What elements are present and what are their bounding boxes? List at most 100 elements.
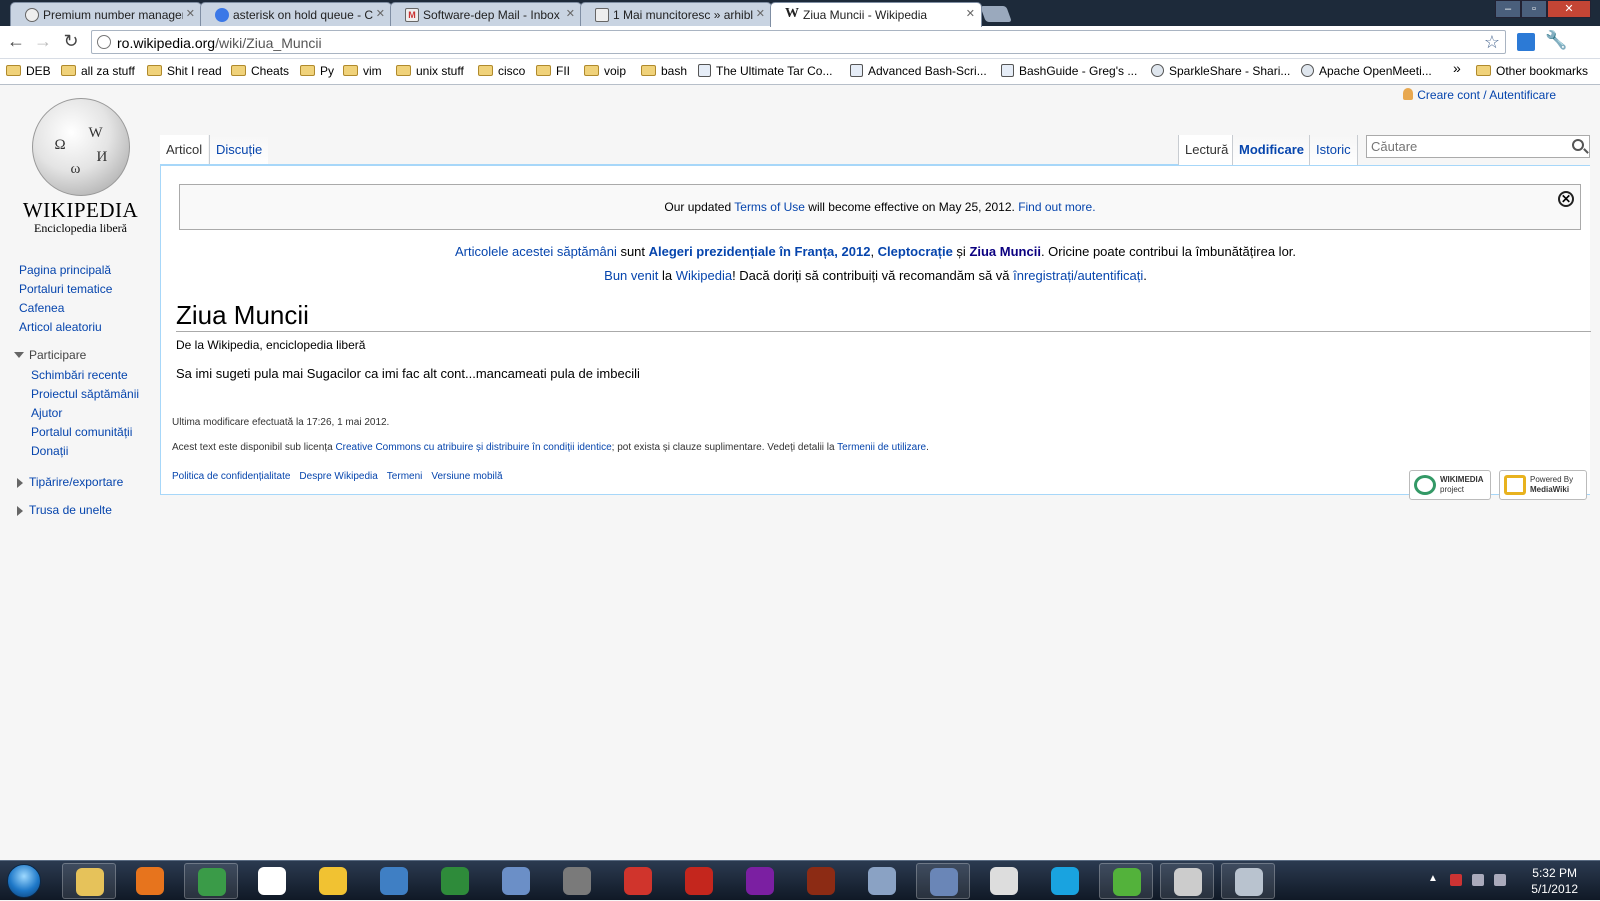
taskbar-network-app[interactable] bbox=[1160, 863, 1214, 899]
participare-item-1[interactable]: Schimbări recente bbox=[10, 368, 155, 387]
reload-button[interactable]: ↻ bbox=[61, 32, 81, 52]
register-link[interactable]: înregistrați/autentificați bbox=[1013, 268, 1143, 283]
action-center-icon[interactable] bbox=[1450, 874, 1462, 886]
wikipedia-link[interactable]: Wikipedia bbox=[676, 268, 732, 283]
bookmark-sparkleshare-shari[interactable]: SparkleShare - Shari... bbox=[1151, 64, 1290, 78]
portlet-trusa-heading[interactable]: Trusa de unelte bbox=[10, 503, 155, 523]
restore-button[interactable]: ▫ bbox=[1521, 0, 1547, 18]
taskbar-explorer[interactable] bbox=[62, 863, 116, 899]
footer-link-3[interactable]: Termeni bbox=[387, 471, 423, 482]
participare-item-2[interactable]: Proiectul săptămânii bbox=[10, 387, 155, 406]
tab-istoric[interactable]: Istoric bbox=[1309, 135, 1358, 165]
taskbar-color-app[interactable] bbox=[611, 863, 665, 899]
close-window-button[interactable]: ✕ bbox=[1547, 0, 1591, 18]
terms-of-use-link[interactable]: Terms of Use bbox=[734, 200, 805, 214]
volume-icon[interactable] bbox=[1494, 874, 1506, 886]
wikimedia-badge[interactable]: WIKIMEDIA project bbox=[1409, 470, 1491, 500]
sidebar-item-1[interactable]: Pagina principală bbox=[10, 263, 155, 282]
close-icon[interactable]: ✕ bbox=[1558, 191, 1574, 207]
featured-article-link[interactable]: Alegeri prezidențiale în Franța, 2012 bbox=[649, 244, 871, 259]
bookmark-bashguide-greg-s[interactable]: BashGuide - Greg's ... bbox=[1001, 64, 1137, 78]
taskbar-filezilla[interactable] bbox=[672, 863, 726, 899]
taskbar-firefox[interactable] bbox=[123, 863, 177, 899]
bookmark-deb[interactable]: DEB bbox=[6, 64, 51, 78]
star-icon[interactable]: ☆ bbox=[1484, 32, 1500, 53]
wikipedia-logo[interactable]: Ω W И ω WIKIPEDIA Enciclopedia liberă bbox=[18, 98, 143, 236]
create-account-link[interactable]: Creare cont / Autentificare bbox=[1417, 88, 1556, 102]
taskbar-skype[interactable] bbox=[1038, 863, 1092, 899]
tab-lectura[interactable]: Lectură bbox=[1178, 135, 1235, 165]
search-input[interactable] bbox=[1367, 136, 1557, 157]
sidebar-item-4[interactable]: Articol aleatoriu bbox=[10, 320, 155, 339]
bookmarks-overflow-button[interactable]: » bbox=[1453, 60, 1461, 76]
minimize-button[interactable]: – bbox=[1495, 0, 1521, 18]
find-out-more-link[interactable]: Find out more. bbox=[1018, 200, 1095, 214]
featured-article-link[interactable]: Ziua Muncii bbox=[969, 244, 1041, 259]
taskbar-xchat[interactable] bbox=[245, 863, 299, 899]
url-text[interactable]: ro.wikipedia.org/wiki/Ziua_Muncii bbox=[117, 35, 322, 51]
close-icon[interactable]: ✕ bbox=[966, 7, 975, 20]
taskbar-chrome[interactable] bbox=[184, 863, 238, 899]
welcome-link[interactable]: Bun venit bbox=[604, 268, 658, 283]
taskbar-starcraft[interactable] bbox=[855, 863, 909, 899]
taskbar-thunderbird[interactable] bbox=[367, 863, 421, 899]
sidebar-item-3[interactable]: Cafenea bbox=[10, 301, 155, 320]
taskbar-vpn[interactable] bbox=[550, 863, 604, 899]
forward-button[interactable]: → bbox=[33, 32, 53, 52]
tab-arhiblog[interactable]: 1 Mai muncitoresc » arhiblo ✕ bbox=[580, 2, 772, 26]
new-tab-button[interactable] bbox=[980, 6, 1012, 22]
address-bar[interactable]: ro.wikipedia.org/wiki/Ziua_Muncii ☆ bbox=[91, 30, 1506, 54]
portlet-participare-heading[interactable]: Participare bbox=[10, 348, 155, 368]
taskbar-utorrent[interactable] bbox=[1099, 863, 1153, 899]
extension-icon[interactable] bbox=[1517, 33, 1535, 51]
other-bookmarks[interactable]: Other bookmarks bbox=[1476, 64, 1588, 78]
taskbar-diablo[interactable] bbox=[794, 863, 848, 899]
taskbar-yahoo-messenger[interactable] bbox=[733, 863, 787, 899]
bookmark-shit-i-read[interactable]: Shit I read bbox=[147, 64, 222, 78]
tab-modificare[interactable]: Modificare bbox=[1232, 135, 1311, 165]
bookmark-py[interactable]: Py bbox=[300, 64, 334, 78]
network-icon[interactable] bbox=[1472, 874, 1484, 886]
bookmark-cisco[interactable]: cisco bbox=[478, 64, 525, 78]
wrench-icon[interactable]: 🔧 bbox=[1545, 30, 1567, 51]
tab-ziua-muncii[interactable]: W Ziua Muncii - Wikipedia ✕ bbox=[770, 2, 982, 27]
bookmark-all-za-stuff[interactable]: all za stuff bbox=[61, 64, 135, 78]
chevron-up-icon[interactable]: ▲ bbox=[1428, 873, 1438, 884]
tab-discutie[interactable]: Discuție bbox=[209, 135, 269, 165]
search-icon[interactable] bbox=[1572, 139, 1584, 151]
taskbar-pidgin[interactable] bbox=[306, 863, 360, 899]
bookmark-the-ultimate-tar-co[interactable]: The Ultimate Tar Co... bbox=[698, 64, 832, 78]
participare-item-4[interactable]: Portalul comunității bbox=[10, 425, 155, 444]
close-icon[interactable]: ✕ bbox=[756, 7, 765, 20]
terms-link[interactable]: Termenii de utilizare bbox=[837, 442, 926, 453]
tab-premium-number-manager[interactable]: Premium number manager ✕ bbox=[10, 2, 202, 26]
bookmark-voip[interactable]: voip bbox=[584, 64, 626, 78]
footer-link-1[interactable]: Politica de confidențialitate bbox=[172, 471, 290, 482]
footer-link-4[interactable]: Versiune mobilă bbox=[431, 471, 502, 482]
bookmark-apache-openmeeti[interactable]: Apache OpenMeeti... bbox=[1301, 64, 1432, 78]
bookmark-fii[interactable]: FII bbox=[536, 64, 570, 78]
mediawiki-badge[interactable]: Powered By MediaWiki bbox=[1499, 470, 1587, 500]
tab-gmail[interactable]: M Software-dep Mail - Inbox - ✕ bbox=[390, 2, 582, 26]
bookmark-vim[interactable]: vim bbox=[343, 64, 382, 78]
portlet-tiparire-heading[interactable]: Tipărire/exportare bbox=[10, 475, 155, 495]
close-icon[interactable]: ✕ bbox=[566, 7, 575, 20]
bookmark-unix-stuff[interactable]: unix stuff bbox=[396, 64, 464, 78]
participare-item-5[interactable]: Donații bbox=[10, 444, 155, 463]
sidebar-item-2[interactable]: Portaluri tematice bbox=[10, 282, 155, 301]
close-icon[interactable]: ✕ bbox=[376, 7, 385, 20]
bookmark-advanced-bash-scri[interactable]: Advanced Bash-Scri... bbox=[850, 64, 987, 78]
bookmark-cheats[interactable]: Cheats bbox=[231, 64, 289, 78]
articles-of-week-link[interactable]: Articolele acestei săptămâni bbox=[455, 244, 617, 259]
clock[interactable]: 5:32 PM 5/1/2012 bbox=[1531, 865, 1578, 897]
start-button[interactable] bbox=[7, 864, 41, 898]
close-icon[interactable]: ✕ bbox=[186, 7, 195, 20]
tab-articol[interactable]: Articol bbox=[160, 135, 209, 165]
bookmark-bash[interactable]: bash bbox=[641, 64, 687, 78]
back-button[interactable]: ← bbox=[6, 32, 26, 52]
participare-item-3[interactable]: Ajutor bbox=[10, 406, 155, 425]
taskbar-virtualbox[interactable] bbox=[489, 863, 543, 899]
tab-asterisk[interactable]: asterisk on hold queue - Că ✕ bbox=[200, 2, 392, 26]
taskbar-remote-desktop[interactable] bbox=[916, 863, 970, 899]
taskbar-notepad[interactable] bbox=[1221, 863, 1275, 899]
